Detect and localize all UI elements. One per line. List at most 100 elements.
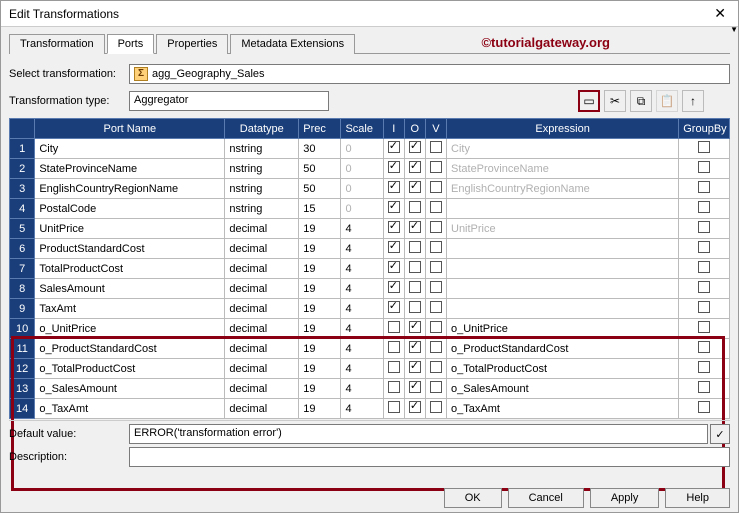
tab-properties[interactable]: Properties <box>156 34 228 54</box>
cell-groupby[interactable] <box>679 359 730 379</box>
cell-input-flag[interactable] <box>383 159 404 179</box>
cell-port-name[interactable]: o_ProductStandardCost <box>35 339 225 359</box>
cell-prec[interactable]: 50 <box>299 159 341 179</box>
cell-variable-flag[interactable] <box>425 319 446 339</box>
cell-groupby[interactable] <box>679 259 730 279</box>
cell-input-flag[interactable] <box>383 179 404 199</box>
cell-port-name[interactable]: StateProvinceName <box>35 159 225 179</box>
cell-output-flag[interactable] <box>404 199 425 219</box>
cell-expression[interactable]: o_TotalProductCost <box>447 359 679 379</box>
cell-output-flag[interactable] <box>404 239 425 259</box>
cell-scale[interactable]: 4 <box>341 299 383 319</box>
cell-variable-flag[interactable] <box>425 219 446 239</box>
cell-input-flag[interactable] <box>383 239 404 259</box>
cell-variable-flag[interactable] <box>425 159 446 179</box>
cell-datatype[interactable]: nstring <box>225 179 299 199</box>
cell-datatype[interactable]: decimal <box>225 299 299 319</box>
table-row[interactable]: 9TaxAmtdecimal194 <box>10 299 730 319</box>
cell-prec[interactable]: 19 <box>299 379 341 399</box>
col-port-name[interactable]: Port Name <box>35 119 225 139</box>
move-up-button[interactable]: ↑ <box>682 90 704 112</box>
cell-prec[interactable]: 19 <box>299 359 341 379</box>
cell-output-flag[interactable] <box>404 279 425 299</box>
description-input[interactable] <box>129 447 730 467</box>
close-icon[interactable]: ✕ <box>710 5 730 22</box>
cell-datatype[interactable]: nstring <box>225 199 299 219</box>
default-value-input[interactable]: ERROR('transformation error') <box>129 424 708 444</box>
cell-datatype[interactable]: decimal <box>225 219 299 239</box>
cell-expression[interactable]: UnitPrice <box>447 219 679 239</box>
table-row[interactable]: 12o_TotalProductCostdecimal194o_TotalPro… <box>10 359 730 379</box>
cell-scale[interactable]: 4 <box>341 339 383 359</box>
cell-datatype[interactable]: decimal <box>225 319 299 339</box>
cell-scale[interactable]: 4 <box>341 359 383 379</box>
cell-expression[interactable]: EnglishCountryRegionName <box>447 179 679 199</box>
validate-button[interactable]: ✓ <box>710 424 730 444</box>
cell-groupby[interactable] <box>679 159 730 179</box>
col-variable[interactable]: V <box>425 119 446 139</box>
col-datatype[interactable]: Datatype <box>225 119 299 139</box>
cell-prec[interactable]: 19 <box>299 319 341 339</box>
cell-port-name[interactable]: TaxAmt <box>35 299 225 319</box>
cell-output-flag[interactable] <box>404 359 425 379</box>
cell-datatype[interactable]: nstring <box>225 139 299 159</box>
table-row[interactable]: 10o_UnitPricedecimal194o_UnitPrice <box>10 319 730 339</box>
cell-variable-flag[interactable] <box>425 239 446 259</box>
table-row[interactable]: 1Citynstring300City <box>10 139 730 159</box>
apply-button[interactable]: Apply <box>590 488 660 508</box>
cell-prec[interactable]: 50 <box>299 179 341 199</box>
table-row[interactable]: 3EnglishCountryRegionNamenstring500Engli… <box>10 179 730 199</box>
cell-groupby[interactable] <box>679 299 730 319</box>
cell-groupby[interactable] <box>679 139 730 159</box>
cut-button[interactable]: ✂ <box>604 90 626 112</box>
cell-groupby[interactable] <box>679 279 730 299</box>
cell-variable-flag[interactable] <box>425 179 446 199</box>
cell-port-name[interactable]: TotalProductCost <box>35 259 225 279</box>
cell-scale[interactable]: 0 <box>341 139 383 159</box>
cell-output-flag[interactable] <box>404 179 425 199</box>
col-expression[interactable]: Expression <box>447 119 679 139</box>
cell-input-flag[interactable] <box>383 199 404 219</box>
cell-datatype[interactable]: decimal <box>225 359 299 379</box>
tab-metadata-extensions[interactable]: Metadata Extensions <box>230 34 355 54</box>
cell-input-flag[interactable] <box>383 219 404 239</box>
cell-prec[interactable]: 30 <box>299 139 341 159</box>
cell-prec[interactable]: 19 <box>299 259 341 279</box>
cell-expression[interactable] <box>447 199 679 219</box>
cell-groupby[interactable] <box>679 319 730 339</box>
cell-datatype[interactable]: decimal <box>225 279 299 299</box>
table-row[interactable]: 13o_SalesAmountdecimal194o_SalesAmount <box>10 379 730 399</box>
cell-scale[interactable]: 4 <box>341 319 383 339</box>
cell-expression[interactable] <box>447 299 679 319</box>
col-prec[interactable]: Prec <box>299 119 341 139</box>
cell-scale[interactable]: 4 <box>341 219 383 239</box>
cell-port-name[interactable]: UnitPrice <box>35 219 225 239</box>
cell-expression[interactable]: StateProvinceName <box>447 159 679 179</box>
cell-port-name[interactable]: o_UnitPrice <box>35 319 225 339</box>
cell-prec[interactable]: 19 <box>299 219 341 239</box>
col-groupby[interactable]: GroupBy <box>679 119 730 139</box>
cell-variable-flag[interactable] <box>425 279 446 299</box>
cell-input-flag[interactable] <box>383 339 404 359</box>
cell-input-flag[interactable] <box>383 259 404 279</box>
table-row[interactable]: 11o_ProductStandardCostdecimal194o_Produ… <box>10 339 730 359</box>
cell-output-flag[interactable] <box>404 259 425 279</box>
cell-expression[interactable] <box>447 279 679 299</box>
cell-scale[interactable]: 0 <box>341 179 383 199</box>
cell-prec[interactable]: 19 <box>299 299 341 319</box>
cancel-button[interactable]: Cancel <box>508 488 584 508</box>
cell-output-flag[interactable] <box>404 319 425 339</box>
cell-expression[interactable]: o_SalesAmount <box>447 379 679 399</box>
cell-variable-flag[interactable] <box>425 139 446 159</box>
cell-variable-flag[interactable] <box>425 379 446 399</box>
cell-scale[interactable]: 4 <box>341 259 383 279</box>
ok-button[interactable]: OK <box>444 488 502 508</box>
cell-scale[interactable]: 4 <box>341 239 383 259</box>
table-row[interactable]: 6ProductStandardCostdecimal194 <box>10 239 730 259</box>
cell-variable-flag[interactable] <box>425 199 446 219</box>
tab-ports[interactable]: Ports <box>107 34 155 54</box>
table-row[interactable]: 2StateProvinceNamenstring500StateProvinc… <box>10 159 730 179</box>
cell-port-name[interactable]: o_SalesAmount <box>35 379 225 399</box>
cell-datatype[interactable]: decimal <box>225 339 299 359</box>
cell-input-flag[interactable] <box>383 359 404 379</box>
